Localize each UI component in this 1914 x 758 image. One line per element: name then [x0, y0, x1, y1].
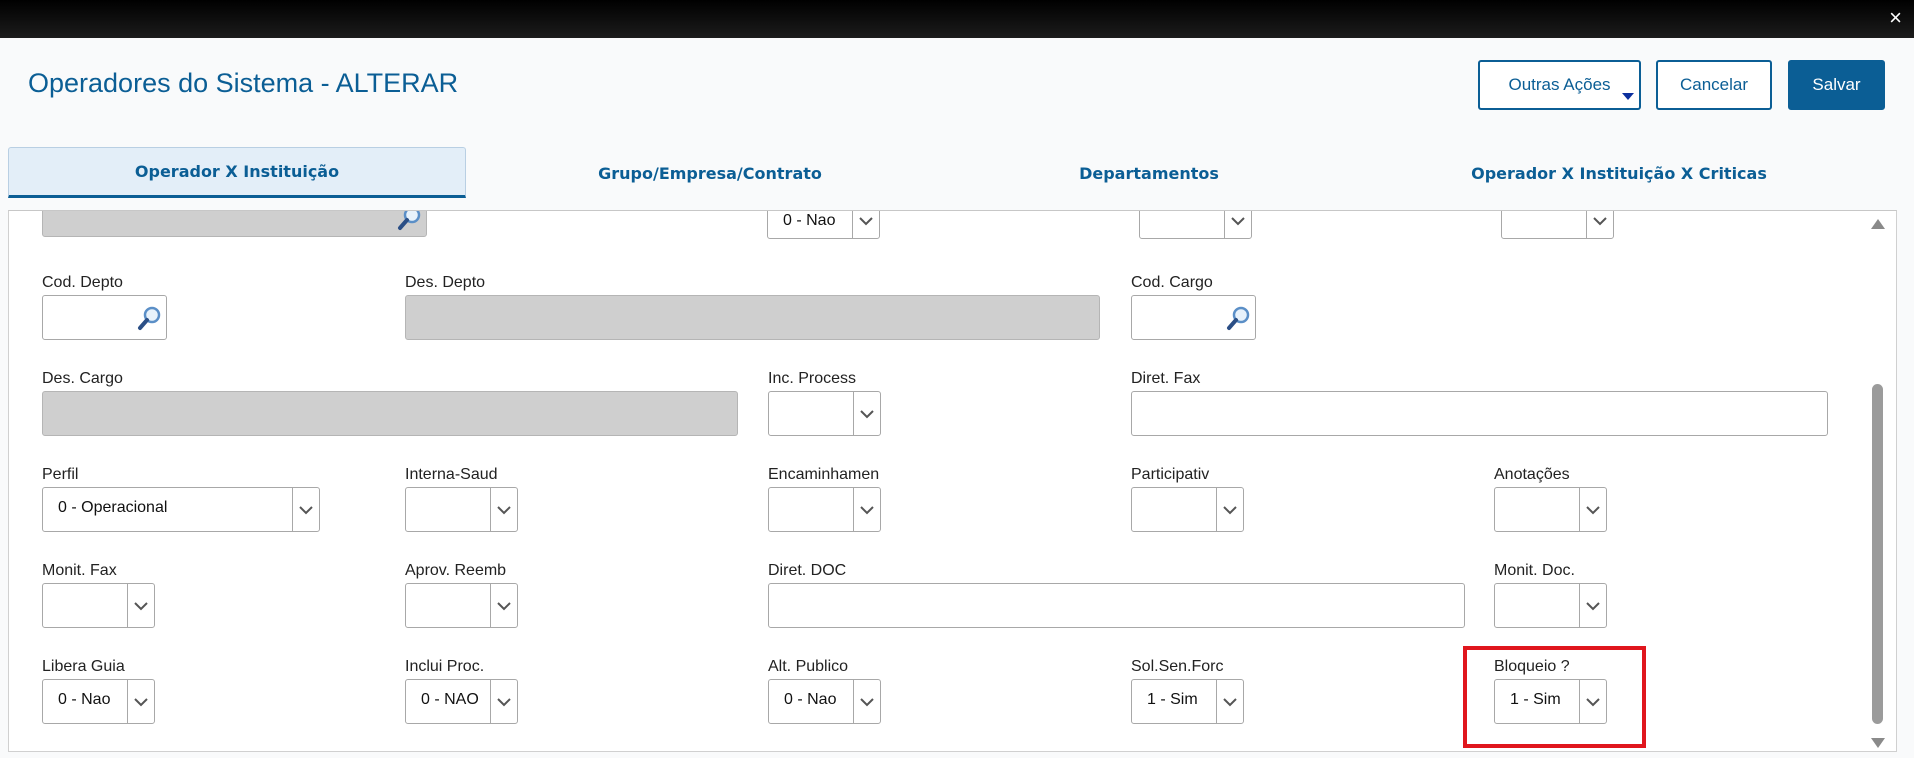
monit-fax-select[interactable]: [42, 583, 155, 628]
select-value: 0 - Operacional: [58, 499, 168, 516]
sol-sen-forc-label: Sol.Sen.Forc: [1131, 658, 1224, 675]
search-icon[interactable]: [137, 305, 163, 331]
partial-select-nao[interactable]: 0 - Nao: [767, 211, 880, 239]
tab-label: Operador X Instituição X Criticas: [1471, 163, 1767, 183]
tab-grupo-empresa-contrato[interactable]: Grupo/Empresa/Contrato: [470, 148, 950, 198]
cod-depto-label: Cod. Depto: [42, 274, 123, 291]
chevron-down-icon[interactable]: [1586, 211, 1613, 238]
partial-select-empty-2[interactable]: [1501, 211, 1614, 239]
chevron-down-icon[interactable]: [127, 584, 154, 627]
monit-doc-select[interactable]: [1494, 583, 1607, 628]
page-title: Operadores do Sistema - ALTERAR: [28, 68, 459, 98]
des-depto-label: Des. Depto: [405, 274, 486, 291]
tab-label: Grupo/Empresa/Contrato: [598, 163, 822, 183]
chevron-down-icon[interactable]: [1216, 680, 1243, 723]
encaminhamen-label: Encaminhamen: [768, 466, 880, 483]
des-cargo-label: Des. Cargo: [42, 370, 123, 387]
chevron-down-icon[interactable]: [853, 392, 880, 435]
chevron-down-icon[interactable]: [127, 680, 154, 723]
vertical-scrollbar[interactable]: [1864, 211, 1890, 751]
partial-lookup-field: [42, 210, 427, 237]
aprov-reemb-select[interactable]: [405, 583, 518, 628]
chevron-down-icon[interactable]: [1579, 584, 1606, 627]
perfil-label: Perfil: [42, 466, 79, 483]
save-label: Salvar: [1812, 75, 1861, 94]
select-value: 0 - NAO: [421, 691, 479, 708]
cancel-label: Cancelar: [1679, 75, 1749, 94]
cod-cargo-field[interactable]: [1131, 295, 1256, 340]
diret-doc-input[interactable]: [768, 583, 1465, 628]
alt-publico-select[interactable]: 0 - Nao: [768, 679, 881, 724]
perfil-select[interactable]: 0 - Operacional: [42, 487, 320, 532]
participativ-label: Participativ: [1131, 466, 1210, 483]
anotacoes-select[interactable]: [1494, 487, 1607, 532]
caret-down-icon: [1622, 93, 1634, 100]
monit-doc-label: Monit. Doc.: [1494, 562, 1575, 579]
save-button[interactable]: Salvar: [1788, 60, 1885, 110]
select-value: 0 - Nao: [58, 691, 111, 708]
des-depto-field: [405, 295, 1100, 340]
aprov-reemb-label: Aprov. Reemb: [405, 562, 507, 579]
dialog: Operadores do Sistema - ALTERAR Outras A…: [0, 38, 1914, 758]
des-cargo-field: [42, 391, 738, 436]
tab-operador-instituicao[interactable]: Operador X Instituição: [8, 147, 466, 198]
outras-acoes-button[interactable]: Outras Ações: [1478, 60, 1641, 110]
inc-process-select[interactable]: [768, 391, 881, 436]
tab-operador-instituicao-criticas[interactable]: Operador X Instituição X Criticas: [1375, 148, 1863, 198]
libera-guia-label: Libera Guia: [42, 658, 125, 675]
cancel-button[interactable]: Cancelar: [1656, 60, 1772, 110]
inclui-proc-select[interactable]: 0 - NAO: [405, 679, 518, 724]
tab-departamentos[interactable]: Departamentos: [980, 148, 1318, 198]
form-panel: 0 - Nao Cod. Depto Des. Depto Cod. Cargo…: [8, 210, 1897, 752]
alt-publico-label: Alt. Publico: [768, 658, 849, 675]
cod-depto-field[interactable]: [42, 295, 167, 340]
close-icon[interactable]: ×: [1889, 5, 1902, 31]
monit-fax-label: Monit. Fax: [42, 562, 117, 579]
outras-acoes-label: Outras Ações: [1508, 75, 1611, 94]
inc-process-label: Inc. Process: [768, 370, 857, 387]
chevron-down-icon[interactable]: [1224, 211, 1251, 238]
tab-label: Operador X Instituição: [134, 162, 340, 181]
diret-fax-label: Diret. Fax: [1131, 370, 1201, 387]
chevron-down-icon[interactable]: [292, 488, 319, 531]
partial-select-empty-1[interactable]: [1139, 211, 1252, 239]
tab-label: Departamentos: [1079, 163, 1219, 183]
select-value: 0 - Nao: [783, 212, 836, 229]
diret-fax-input[interactable]: [1131, 391, 1828, 436]
chevron-down-icon[interactable]: [853, 680, 880, 723]
interna-saud-label: Interna-Saud: [405, 466, 498, 483]
select-value: 1 - Sim: [1147, 691, 1198, 708]
chevron-down-icon[interactable]: [490, 488, 517, 531]
search-icon[interactable]: [397, 210, 423, 231]
chevron-down-icon[interactable]: [490, 584, 517, 627]
encaminhamen-select[interactable]: [768, 487, 881, 532]
chevron-down-icon[interactable]: [853, 488, 880, 531]
sol-sen-forc-select[interactable]: 1 - Sim: [1131, 679, 1244, 724]
chevron-down-icon[interactable]: [852, 211, 879, 238]
chevron-down-icon[interactable]: [490, 680, 517, 723]
inclui-proc-label: Inclui Proc.: [405, 658, 485, 675]
libera-guia-select[interactable]: 0 - Nao: [42, 679, 155, 724]
participativ-select[interactable]: [1131, 487, 1244, 532]
chevron-down-icon[interactable]: [1579, 488, 1606, 531]
interna-saud-select[interactable]: [405, 487, 518, 532]
bloqueio-highlight-box: [1463, 646, 1646, 748]
search-icon[interactable]: [1226, 305, 1252, 331]
window-titlebar: ×: [0, 0, 1914, 38]
diret-doc-label: Diret. DOC: [768, 562, 847, 579]
anotacoes-label: Anotações: [1494, 466, 1570, 483]
select-value: 0 - Nao: [784, 691, 837, 708]
scroll-thumb[interactable]: [1872, 384, 1883, 724]
scroll-up-icon[interactable]: [1871, 219, 1885, 229]
cod-cargo-label: Cod. Cargo: [1131, 274, 1213, 291]
scroll-down-icon[interactable]: [1871, 738, 1885, 748]
chevron-down-icon[interactable]: [1216, 488, 1243, 531]
